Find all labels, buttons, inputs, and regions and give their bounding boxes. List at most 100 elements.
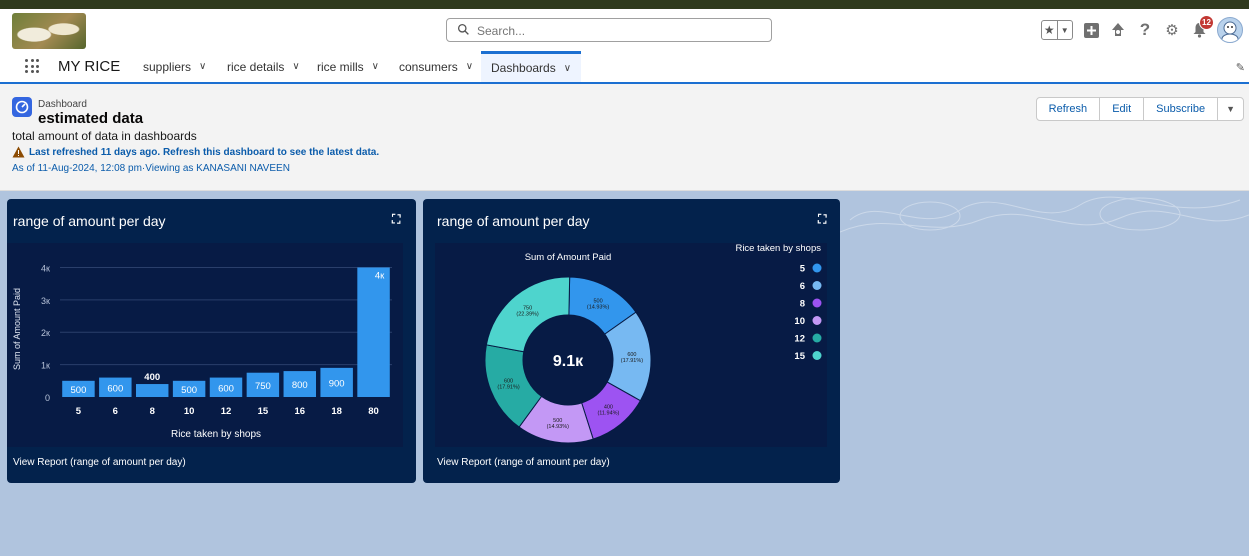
y-axis-title: Sum of Amount Paid <box>12 288 22 370</box>
tab-rice-details[interactable]: rice details ∨ <box>227 51 300 82</box>
bar-chart[interactable]: 0 1к 2к 3к 4к Sum of Amount Paid 500 5 600 6 400 8 5… <box>7 243 403 447</box>
dashboard-widget-bar: range of amount per day ⛶ 0 1к 2к 3к 4к Sum o… <box>7 199 416 483</box>
bar-data-label: 800 <box>292 380 308 391</box>
legend-label: 10 <box>794 316 805 327</box>
bar-data-label: 750 <box>255 381 271 392</box>
legend-swatch[interactable] <box>812 281 822 290</box>
legend-label: 12 <box>794 334 805 345</box>
top-strip <box>0 0 1249 9</box>
setup-assistant-icon[interactable] <box>1109 21 1127 39</box>
x-tick-label: 8 <box>150 406 155 417</box>
x-tick-label: 16 <box>294 406 305 417</box>
subscribe-button[interactable]: Subscribe <box>1143 97 1219 121</box>
bar-data-label: 500 <box>71 385 87 396</box>
app-launcher-icon[interactable] <box>25 59 39 73</box>
help-icon[interactable]: ? <box>1136 20 1154 39</box>
y-tick-label: 3к <box>41 296 50 306</box>
bar-data-label: 600 <box>107 383 123 394</box>
bar-data-label: 900 <box>329 378 345 389</box>
tab-label: suppliers <box>143 59 192 74</box>
as-of-timestamp: As of 11-Aug-2024, 12:08 pm·Viewing as K… <box>12 163 290 174</box>
edit-button[interactable]: Edit <box>1099 97 1145 121</box>
background-contour-art <box>840 196 1249 233</box>
favorites-button[interactable]: ★ ▼ <box>1041 20 1073 40</box>
search-icon <box>457 23 469 35</box>
y-tick-label: 4к <box>41 263 50 273</box>
legend-swatch[interactable] <box>812 298 822 308</box>
bar-data-label: 4к <box>375 270 385 281</box>
dashboard-description: total amount of data in dashboards <box>12 129 197 143</box>
legend-label: 15 <box>794 351 805 362</box>
record-type-label: Dashboard <box>38 99 87 110</box>
notification-bell-icon[interactable]: 12 <box>1190 15 1214 39</box>
slice-percent-label: (14.93%) <box>587 304 609 310</box>
chevron-down-icon[interactable]: ∨ <box>199 61 206 72</box>
legend-swatch[interactable] <box>812 263 822 273</box>
legend-swatch[interactable] <box>812 333 822 343</box>
app-nav-bar: MY RICE suppliers ∨ rice details ∨ rice mi… <box>0 51 1249 84</box>
legend-swatch[interactable] <box>812 351 822 360</box>
x-tick-label: 15 <box>258 406 269 417</box>
tab-suppliers[interactable]: suppliers ∨ <box>143 51 206 82</box>
tab-label: rice mills <box>317 59 364 74</box>
chevron-down-icon[interactable]: ∨ <box>564 63 571 74</box>
bar-chart-area[interactable]: 0 1к 2к 3к 4к Sum of Amount Paid 500 5 600 6 400 8 5… <box>7 243 403 447</box>
x-tick-label: 6 <box>113 406 118 417</box>
slice-percent-label: (22.39%) <box>516 311 538 317</box>
view-report-link[interactable]: View Report (range of amount per day) <box>13 457 186 468</box>
widget-title: range of amount per day <box>437 213 590 229</box>
search-box[interactable] <box>446 18 772 42</box>
tab-label: Dashboards <box>491 61 556 75</box>
donut-center-total: 9.1к <box>553 353 584 370</box>
warning-text[interactable]: Last refreshed 11 days ago. Refresh this… <box>29 147 379 158</box>
slice-percent-label: (17.91%) <box>497 385 519 391</box>
y-tick-label: 1к <box>41 361 50 371</box>
chevron-down-icon[interactable]: ∨ <box>466 61 473 72</box>
widget-title: range of amount per day <box>13 213 166 229</box>
legend-title: Rice taken by shops <box>735 243 821 254</box>
edit-nav-pencil-icon[interactable]: ✎ <box>1236 61 1245 74</box>
notification-badge: 12 <box>1199 15 1214 30</box>
slice-percent-label: (17.91%) <box>621 358 643 364</box>
view-report-link[interactable]: View Report (range of amount per day) <box>437 457 610 468</box>
chevron-down-icon[interactable]: ∨ <box>372 61 379 72</box>
tab-consumers[interactable]: consumers ∨ <box>399 51 473 82</box>
x-tick-label: 18 <box>331 406 342 417</box>
tab-label: consumers <box>399 59 458 74</box>
chart-subtitle: Sum of Amount Paid <box>525 252 612 263</box>
expand-icon[interactable]: ⛶ <box>392 212 400 227</box>
refresh-button[interactable]: Refresh <box>1035 97 1101 121</box>
x-tick-label: 10 <box>184 406 195 417</box>
avatar[interactable] <box>1217 17 1243 43</box>
global-header: ★ ▼ ? ⚙ 12 <box>0 9 1249 51</box>
slice-percent-label: (14.93%) <box>547 424 569 430</box>
y-tick-label: 0 <box>45 393 50 403</box>
org-logo[interactable] <box>12 13 86 49</box>
donut-chart-area[interactable]: Sum of Amount Paid 500 (14.93%) 600 (17.91%)… <box>435 243 827 447</box>
refresh-warning[interactable]: Last refreshed 11 days ago. Refresh this… <box>12 146 379 158</box>
more-actions-chevron-icon[interactable]: ▼ <box>1217 97 1244 121</box>
legend-swatch[interactable] <box>812 316 822 325</box>
bar[interactable] <box>135 384 169 397</box>
favorites-star-icon[interactable]: ★ <box>1042 21 1057 39</box>
slice-percent-label: (11.94%) <box>597 411 619 417</box>
x-tick-label: 5 <box>76 406 82 417</box>
donut-chart[interactable]: Sum of Amount Paid500(14.93%)600(17.91%)… <box>435 243 827 447</box>
dashboard-actions: Refresh Edit Subscribe ▼ <box>1035 97 1244 121</box>
gear-icon[interactable]: ⚙ <box>1163 21 1181 39</box>
y-tick-label: 2к <box>41 328 50 338</box>
x-axis-title: Rice taken by shops <box>171 429 261 440</box>
page-title: estimated data <box>38 110 144 127</box>
tab-dashboards[interactable]: Dashboards ∨ <box>481 51 582 82</box>
chevron-down-icon[interactable]: ∨ <box>292 61 299 72</box>
x-tick-label: 80 <box>368 406 379 417</box>
favorites-dropdown-icon[interactable]: ▼ <box>1056 21 1073 39</box>
legend-label: 5 <box>800 264 806 275</box>
tab-rice-mills[interactable]: rice mills ∨ <box>317 51 379 82</box>
dashboard-header: Dashboard estimated data total amount of… <box>0 84 1249 191</box>
search-input[interactable] <box>475 21 759 41</box>
expand-icon[interactable]: ⛶ <box>818 212 826 227</box>
add-icon[interactable] <box>1082 21 1100 39</box>
dashboard-widget-donut: range of amount per day ⛶ Sum of Amount … <box>423 199 840 483</box>
bar[interactable] <box>357 267 390 397</box>
